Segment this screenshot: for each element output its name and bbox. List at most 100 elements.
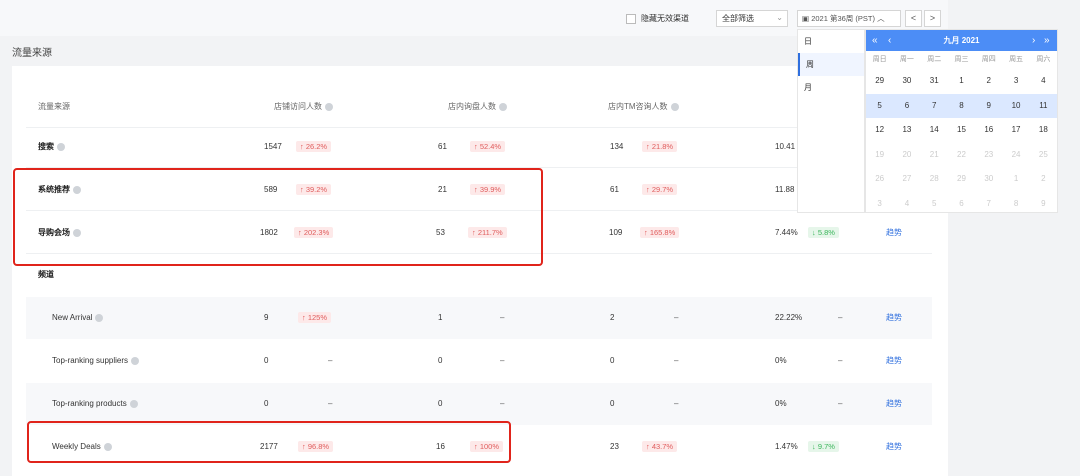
- calendar-day[interactable]: 8: [947, 93, 976, 118]
- calendar-day: 8: [1013, 198, 1019, 208]
- calendar-day[interactable]: 1: [948, 69, 975, 94]
- row-name: Top-ranking products: [52, 383, 138, 425]
- visitors-value: 1547: [264, 142, 282, 151]
- inquiries-change: –: [500, 313, 505, 322]
- rate-value: 1.47%: [775, 442, 798, 451]
- inquiries-change: –: [500, 399, 505, 408]
- calendar-day[interactable]: 5: [866, 93, 894, 118]
- calendar-day: 20: [902, 149, 912, 159]
- tm-value: 109: [609, 228, 623, 237]
- visitors-value: 0: [264, 356, 269, 365]
- calendar-day: 19: [875, 149, 885, 159]
- col-header-visitors: 店铺访问人数: [274, 86, 333, 128]
- inquiries-value: 1: [438, 313, 443, 322]
- visitors-change: –: [328, 399, 333, 408]
- help-icon[interactable]: [95, 313, 104, 322]
- filter-select[interactable]: 全部筛选 ⌄: [716, 10, 788, 27]
- calendar-day[interactable]: 17: [1002, 118, 1029, 143]
- weekday-label: 周五: [1009, 56, 1024, 63]
- section-title: 流量来源: [12, 48, 52, 59]
- calendar-day: 3: [877, 198, 882, 208]
- help-icon[interactable]: [325, 102, 333, 111]
- table-row: Top-ranking products 0 – 0 – 0 – 0% – 趋势: [26, 383, 932, 425]
- col-header-source: 流量来源: [38, 102, 70, 111]
- calendar-day[interactable]: 29: [866, 69, 893, 94]
- rate-change: –: [838, 356, 843, 365]
- calendar-day: 25: [1038, 149, 1048, 159]
- hide-invalid-channels[interactable]: 隐藏无效渠道: [626, 13, 689, 24]
- calendar-day: 26: [875, 174, 885, 183]
- calendar-title: 九月 2021: [943, 36, 980, 45]
- help-icon[interactable]: [129, 399, 138, 408]
- next-week-button[interactable]: >: [924, 10, 941, 27]
- calendar-day[interactable]: 18: [1030, 118, 1057, 143]
- calendar-day: 9: [1041, 198, 1046, 208]
- rate-value: 7.44%: [775, 228, 798, 237]
- calendar-day: 22: [957, 149, 966, 159]
- calendar-day[interactable]: 31: [921, 69, 948, 94]
- rate-change: ↓ 5.8%: [808, 212, 839, 254]
- visitors-value: 0: [264, 399, 269, 408]
- calendar-day[interactable]: 11: [1029, 93, 1057, 118]
- rate-change: –: [838, 313, 843, 322]
- table-row: Top-ranking suppliers 0 – 0 – 0 – 0% – 趋…: [26, 340, 932, 382]
- date-picker[interactable]: ▣ 2021 第36周 (PST) ︿: [797, 10, 901, 27]
- calendar-day[interactable]: 12: [866, 118, 893, 143]
- calendar-day[interactable]: 4: [1030, 69, 1057, 94]
- calendar-day: 1: [1013, 174, 1019, 183]
- weekday-label: 周四: [981, 56, 996, 63]
- row-name: Top-ranking suppliers: [52, 340, 140, 382]
- calendar-day[interactable]: 30: [893, 69, 920, 94]
- calendar-day: 27: [902, 174, 912, 183]
- rate-value: 0%: [775, 356, 787, 365]
- calendar-day[interactable]: 9: [975, 93, 1003, 118]
- calendar-day[interactable]: 13: [893, 118, 920, 143]
- granularity-month[interactable]: 月: [798, 76, 864, 99]
- next-month-icon[interactable]: ›: [1032, 30, 1035, 51]
- rate-value: 10.41: [775, 142, 796, 151]
- weekday-label: 周六: [1036, 56, 1051, 63]
- help-icon[interactable]: [131, 356, 140, 365]
- calendar-day: 4: [904, 198, 910, 208]
- calendar-day[interactable]: 7: [920, 93, 948, 118]
- visitors-change: ↑ 26.2%: [296, 126, 332, 168]
- calendar-day[interactable]: 15: [948, 118, 975, 143]
- annotation-box: [13, 168, 543, 266]
- calendar-day: 23: [984, 149, 994, 159]
- help-icon[interactable]: [57, 142, 65, 151]
- calendar-day[interactable]: 16: [975, 118, 1002, 143]
- granularity-day[interactable]: 日: [798, 30, 864, 53]
- trend-link[interactable]: 趋势: [886, 340, 902, 382]
- calendar-day[interactable]: 2: [975, 69, 1002, 94]
- calendar-day: 5: [931, 198, 937, 208]
- tm-value: 0: [610, 356, 615, 365]
- tm-value: 61: [610, 185, 619, 194]
- help-icon[interactable]: [499, 102, 507, 111]
- tm-change: –: [674, 399, 679, 408]
- rate-change: –: [838, 399, 843, 408]
- granularity-menu: 日 周 月: [797, 29, 865, 213]
- filter-value: 全部筛选: [722, 14, 754, 23]
- calendar-day[interactable]: 3: [1002, 69, 1029, 94]
- col-header-inquiries: 店内询盘人数: [448, 86, 507, 128]
- weekday-label: 周一: [899, 56, 914, 63]
- trend-link[interactable]: 趋势: [886, 426, 902, 468]
- checkbox[interactable]: [626, 13, 636, 24]
- calendar-day[interactable]: 14: [921, 118, 948, 143]
- trend-link[interactable]: 趋势: [886, 383, 902, 425]
- help-icon[interactable]: [670, 102, 679, 111]
- tm-change: ↑ 165.8%: [640, 212, 680, 254]
- calendar-day[interactable]: 6: [893, 93, 921, 118]
- visitors-change: ↑ 125%: [298, 297, 332, 339]
- rate-change: ↓ 9.7%: [808, 426, 839, 468]
- prev-week-button[interactable]: <: [905, 10, 922, 27]
- visitors-change: –: [328, 356, 333, 365]
- next-year-icon[interactable]: »: [1044, 30, 1050, 51]
- calendar-day[interactable]: 10: [1002, 93, 1030, 118]
- trend-link[interactable]: 趋势: [886, 297, 902, 339]
- granularity-week[interactable]: 周: [798, 53, 864, 76]
- trend-link[interactable]: 趋势: [886, 212, 902, 254]
- row-name: New Arrival: [52, 297, 104, 339]
- tm-change: –: [674, 313, 679, 322]
- rate-value: 0%: [775, 399, 787, 408]
